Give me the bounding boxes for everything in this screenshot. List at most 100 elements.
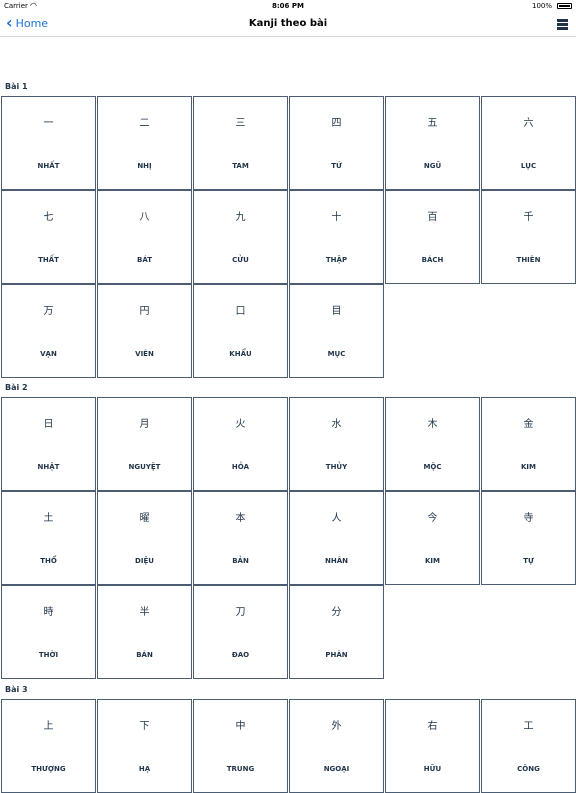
kanji-character: 下	[139, 721, 150, 732]
kanji-character: 右	[427, 721, 438, 732]
kanji-reading: THỦY	[325, 463, 348, 471]
kanji-character: 日	[43, 419, 54, 430]
kanji-character: 円	[139, 306, 150, 317]
kanji-character: 外	[331, 721, 342, 732]
kanji-character: 時	[43, 607, 54, 618]
kanji-card[interactable]: 十 THẬP	[289, 190, 384, 284]
kanji-card[interactable]: 二 NHỊ	[97, 96, 192, 190]
kanji-card[interactable]: 円 VIÊN	[97, 284, 192, 378]
kanji-card[interactable]: 時 THỜI	[1, 585, 96, 679]
kanji-card[interactable]: 口 KHẨU	[193, 284, 288, 378]
kanji-reading: MỤC	[327, 350, 346, 358]
kanji-card[interactable]: 水 THỦY	[289, 397, 384, 491]
kanji-character: 火	[235, 419, 246, 430]
navigation-bar: ‹ Home Kanji theo bài	[0, 12, 576, 37]
kanji-card[interactable]: 四 TỨ	[289, 96, 384, 190]
kanji-card[interactable]: 右 HỮU	[385, 699, 480, 793]
kanji-character: 寺	[523, 513, 534, 524]
kanji-character: 千	[523, 212, 534, 223]
kanji-reading: CỬU	[232, 256, 249, 264]
kanji-card[interactable]: 火 HỎA	[193, 397, 288, 491]
kanji-reading: VẠN	[40, 350, 57, 358]
kanji-card[interactable]: 寺 TỰ	[481, 491, 576, 585]
kanji-card[interactable]: 目 MỤC	[289, 284, 384, 378]
kanji-card[interactable]: 九 CỬU	[193, 190, 288, 284]
kanji-reading: HẠ	[138, 765, 151, 773]
kanji-character: 三	[235, 118, 246, 129]
kanji-reading: BÁT	[137, 256, 152, 264]
kanji-card[interactable]: 土 THỔ	[1, 491, 96, 585]
kanji-reading: NHẬT	[37, 463, 60, 471]
kanji-card[interactable]: 木 MỘC	[385, 397, 480, 491]
kanji-reading: THƯỢNG	[31, 765, 66, 773]
kanji-card[interactable]: 八 BÁT	[97, 190, 192, 284]
kanji-character: 目	[331, 306, 342, 317]
kanji-reading: BÁCH	[421, 256, 444, 264]
kanji-reading: LỤC	[520, 162, 537, 170]
kanji-character: 七	[43, 212, 54, 223]
kanji-character: 人	[331, 513, 342, 524]
kanji-reading: KIM	[425, 557, 440, 565]
page-title: Kanji theo bài	[248, 18, 328, 29]
kanji-card[interactable]: 人 NHÂN	[289, 491, 384, 585]
kanji-reading: NHÂN	[325, 557, 348, 565]
kanji-card[interactable]: 六 LỤC	[481, 96, 576, 190]
kanji-reading: HỮU	[423, 765, 442, 773]
kanji-character: 曜	[139, 513, 150, 524]
kanji-card[interactable]: 金 KIM	[481, 397, 576, 491]
kanji-card[interactable]: 一 NHẤT	[1, 96, 96, 190]
kanji-character: 今	[427, 513, 438, 524]
kanji-reading: VIÊN	[135, 350, 154, 358]
menu-icon[interactable]	[557, 19, 568, 30]
kanji-character: 木	[427, 419, 438, 430]
kanji-card[interactable]: 刀 ĐAO	[193, 585, 288, 679]
kanji-card[interactable]: 千 THIÊN	[481, 190, 576, 284]
kanji-reading: THẤT	[38, 256, 59, 264]
kanji-card[interactable]: 下 HẠ	[97, 699, 192, 793]
kanji-reading: NGUYỆT	[128, 463, 161, 471]
kanji-character: 分	[331, 607, 342, 618]
kanji-reading: ĐAO	[231, 651, 250, 659]
kanji-character: 月	[139, 419, 150, 430]
kanji-reading: KIM	[521, 463, 536, 471]
kanji-character: 十	[331, 212, 342, 223]
kanji-card[interactable]: 月 NGUYỆT	[97, 397, 192, 491]
kanji-reading: KHẨU	[229, 350, 252, 358]
kanji-reading: PHÂN	[325, 651, 348, 659]
kanji-character: 本	[235, 513, 246, 524]
kanji-card[interactable]: 半 BÁN	[97, 585, 192, 679]
kanji-reading: TRUNG	[226, 765, 255, 773]
kanji-card[interactable]: 外 NGOẠI	[289, 699, 384, 793]
kanji-card[interactable]: 五 NGŨ	[385, 96, 480, 190]
kanji-character: 九	[235, 212, 246, 223]
kanji-card[interactable]: 七 THẤT	[1, 190, 96, 284]
kanji-card[interactable]: 百 BÁCH	[385, 190, 480, 284]
kanji-card[interactable]: 中 TRUNG	[193, 699, 288, 793]
kanji-character: 金	[523, 419, 534, 430]
kanji-reading: MỘC	[423, 463, 442, 471]
kanji-reading: HỎA	[231, 463, 250, 471]
kanji-character: 百	[427, 212, 438, 223]
kanji-reading: NHỊ	[137, 162, 152, 170]
kanji-card[interactable]: 工 CÔNG	[481, 699, 576, 793]
kanji-reading: DIỆU	[135, 557, 154, 565]
kanji-card[interactable]: 今 KIM	[385, 491, 480, 585]
kanji-reading: NGOẠI	[323, 765, 350, 773]
battery-icon	[557, 3, 572, 9]
kanji-card[interactable]: 万 VẠN	[1, 284, 96, 378]
kanji-card[interactable]: 三 TAM	[193, 96, 288, 190]
kanji-reading: TAM	[232, 162, 249, 170]
kanji-character: 刀	[235, 607, 246, 618]
kanji-reading: BÁN	[136, 651, 153, 659]
kanji-card[interactable]: 日 NHẬT	[1, 397, 96, 491]
kanji-character: 上	[43, 721, 54, 732]
kanji-reading: TỨ	[331, 162, 342, 170]
kanji-card[interactable]: 分 PHÂN	[289, 585, 384, 679]
kanji-character: 中	[235, 721, 246, 732]
kanji-reading: THẬP	[325, 256, 348, 264]
kanji-card[interactable]: 本 BẢN	[193, 491, 288, 585]
kanji-card[interactable]: 上 THƯỢNG	[1, 699, 96, 793]
kanji-card[interactable]: 曜 DIỆU	[97, 491, 192, 585]
kanji-character: 五	[427, 118, 438, 129]
kanji-character: 万	[43, 306, 54, 317]
